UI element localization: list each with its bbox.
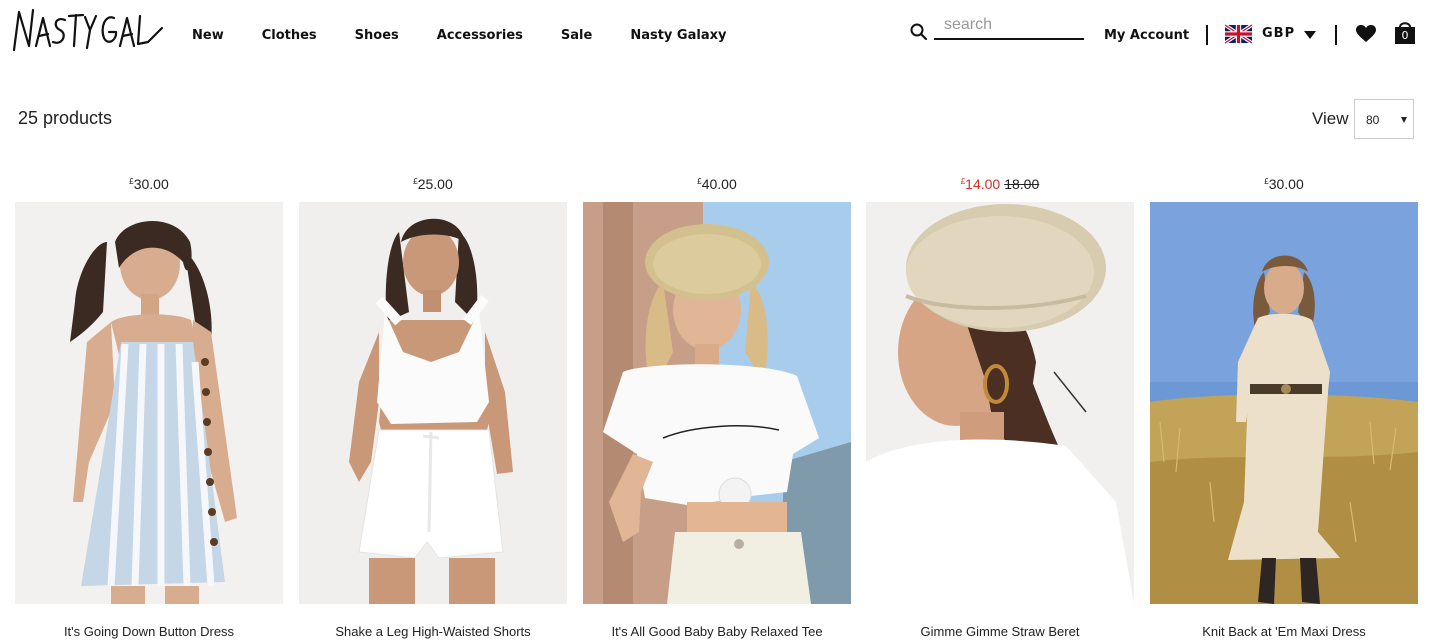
product-name[interactable]: Shake a Leg High-Waisted Shorts [299, 624, 567, 639]
chevron-down-icon[interactable] [1304, 31, 1316, 39]
sale-price: 14.00 [965, 176, 1001, 192]
product-card[interactable]: £30.00 [1150, 170, 1418, 644]
search-icon[interactable] [910, 23, 928, 41]
price-value: 40.00 [701, 176, 737, 192]
product-image[interactable] [583, 202, 851, 604]
product-name[interactable]: It's Going Down Button Dress [15, 624, 283, 639]
product-image[interactable] [866, 202, 1134, 604]
price-value: 30.00 [133, 176, 169, 192]
price-value: 30.00 [1268, 176, 1304, 192]
product-image[interactable] [299, 202, 567, 604]
product-name[interactable]: Knit Back at 'Em Maxi Dress [1150, 624, 1418, 639]
nav-item-nasty-galaxy[interactable]: Nasty Galaxy [630, 28, 726, 43]
product-card[interactable]: £14.00 18.00 Gimme Gimme Straw Beret [866, 170, 1134, 644]
product-price: £40.00 [583, 176, 851, 192]
price-value: 25.00 [417, 176, 453, 192]
product-name[interactable]: It's All Good Baby Baby Relaxed Tee [583, 624, 851, 639]
bag-count: 0 [1401, 29, 1409, 42]
product-image[interactable] [15, 202, 283, 604]
product-name[interactable]: Gimme Gimme Straw Beret [866, 624, 1134, 639]
nav-item-accessories[interactable]: Accessories [437, 28, 523, 43]
logo-wordmark-icon [12, 8, 164, 52]
nav-item-clothes[interactable]: Clothes [262, 28, 317, 43]
view-label: View [1312, 109, 1349, 128]
main-nav: New Clothes Shoes Accessories Sale Nasty… [192, 28, 726, 43]
nav-item-shoes[interactable]: Shoes [355, 28, 399, 43]
product-price: £14.00 18.00 [866, 176, 1134, 192]
product-card[interactable]: £30.00 [15, 170, 283, 644]
product-price: £30.00 [1150, 176, 1418, 192]
heart-icon[interactable] [1356, 25, 1376, 43]
product-card[interactable]: £40.00 It's All Good Baby Baby Relaxed T… [583, 170, 851, 644]
product-price: £30.00 [15, 176, 283, 192]
divider [1206, 25, 1208, 45]
nav-item-new[interactable]: New [192, 28, 224, 43]
original-price: 18.00 [1004, 176, 1040, 192]
divider [1335, 25, 1337, 45]
uk-flag-icon[interactable] [1225, 24, 1252, 44]
my-account-link[interactable]: My Account [1104, 28, 1189, 43]
currency-code[interactable]: GBP [1262, 26, 1295, 41]
product-count: 25 products [18, 108, 113, 128]
nav-item-sale[interactable]: Sale [561, 28, 592, 43]
site-header: New Clothes Shoes Accessories Sale Nasty… [0, 0, 1439, 72]
chevron-down-icon [1401, 117, 1407, 123]
search-input[interactable] [934, 15, 1084, 40]
product-card[interactable]: £25.00 Shake a Leg High-Waisted Shorts [299, 170, 567, 644]
view-select[interactable]: 80 [1354, 99, 1414, 139]
product-price: £25.00 [299, 176, 567, 192]
nasty-gal-logo[interactable] [10, 6, 165, 58]
product-image[interactable] [1150, 202, 1418, 604]
view-select-value: 80 [1366, 113, 1380, 127]
